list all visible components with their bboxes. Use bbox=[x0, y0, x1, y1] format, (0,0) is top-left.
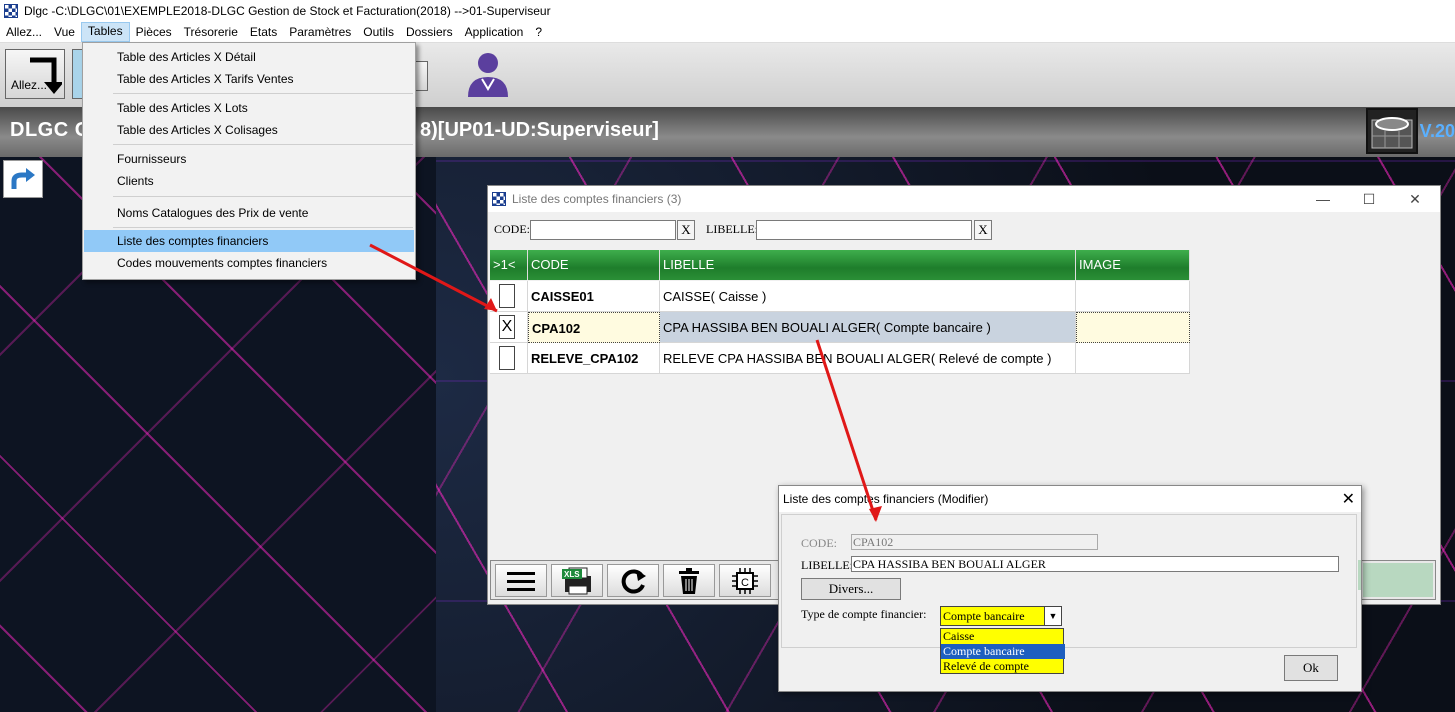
annotation-arrow-menu-to-row bbox=[369, 243, 498, 313]
annotation-arrow-row-to-dialog bbox=[815, 339, 878, 521]
annotation-arrows bbox=[369, 243, 882, 522]
